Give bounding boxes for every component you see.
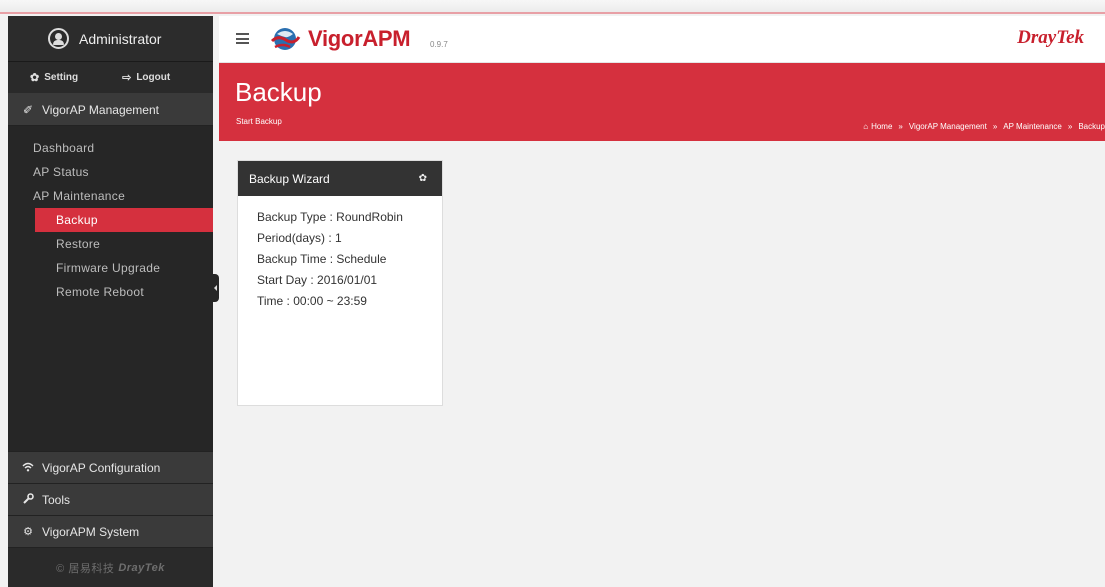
- section-label: VigorAP Configuration: [42, 460, 161, 475]
- copyright-text: © 居易科技: [56, 562, 115, 575]
- main-content: Backup Wizard ✿ Backup Type : RoundRobin…: [219, 141, 1105, 561]
- gear-icon: ✿: [30, 72, 40, 84]
- sidebar-item-firmware-upgrade[interactable]: Firmware Upgrade: [8, 256, 213, 280]
- page-banner: Backup Start Backup ⌂ Home » VigorAP Man…: [219, 63, 1105, 141]
- breadcrumb-vigorap-management[interactable]: VigorAP Management: [909, 122, 987, 131]
- backup-start-day: Start Day : 2016/01/01: [257, 273, 378, 287]
- app-name: VigorAPM: [308, 26, 411, 51]
- card-title: Backup Wizard: [249, 171, 330, 186]
- breadcrumb-separator-icon: »: [898, 122, 903, 131]
- browser-top-strip: [0, 0, 1105, 14]
- gears-icon: ⚙: [23, 526, 33, 538]
- wifi-icon: [20, 461, 36, 475]
- sidebar-item-ap-maintenance[interactable]: AP Maintenance: [8, 184, 213, 208]
- page-subtitle: Start Backup: [236, 117, 282, 126]
- card-body: Backup Type : RoundRobin Period(days) : …: [238, 196, 442, 312]
- sidebar-section-tools[interactable]: Tools: [8, 483, 213, 515]
- app-version: 0.9.7: [430, 40, 448, 49]
- logout-icon: ⇨: [122, 72, 132, 84]
- sidebar-item-ap-status[interactable]: AP Status: [8, 160, 213, 184]
- account-actions: ✿ Setting ⇨ Logout: [8, 62, 213, 94]
- sidebar: Administrator ✿ Setting ⇨ Logout ✐ Vigor…: [8, 16, 213, 587]
- backup-time: Backup Time : Schedule: [257, 252, 387, 266]
- sidebar-item-restore[interactable]: Restore: [8, 232, 213, 256]
- brand-tek: Tek: [1056, 27, 1084, 48]
- backup-period: Period(days) : 1: [257, 231, 342, 245]
- card-header: Backup Wizard ✿: [238, 161, 442, 196]
- copyright: © 居易科技 DrayTek: [8, 547, 213, 587]
- logout-link[interactable]: ⇨ Logout: [122, 71, 170, 84]
- magic-wand-icon: ✐: [22, 102, 34, 117]
- breadcrumb: ⌂ Home » VigorAP Management » AP Mainten…: [863, 122, 1105, 131]
- user-avatar-icon: [48, 28, 69, 49]
- top-header: VigorAPM 0.9.7 DrayTek: [219, 16, 1105, 63]
- user-name: Administrator: [79, 30, 162, 47]
- breadcrumb-backup: Backup: [1078, 122, 1105, 131]
- sidebar-item-backup[interactable]: Backup: [35, 208, 213, 232]
- setting-link[interactable]: ✿ Setting: [30, 71, 78, 84]
- copyright-brand: DrayTek: [118, 561, 165, 574]
- page-title: Backup: [235, 77, 322, 107]
- sidebar-section-vigorap-management[interactable]: ✐ VigorAP Management: [8, 94, 213, 126]
- hamburger-menu-icon[interactable]: [236, 33, 249, 44]
- sidebar-section-vigorap-configuration[interactable]: VigorAP Configuration: [8, 451, 213, 483]
- home-icon: ⌂: [863, 122, 869, 131]
- user-panel[interactable]: Administrator: [8, 16, 213, 62]
- management-menu: Dashboard AP Status AP Maintenance Backu…: [8, 126, 213, 451]
- sidebar-item-remote-reboot[interactable]: Remote Reboot: [8, 280, 213, 304]
- section-label: VigorAPM System: [42, 524, 140, 539]
- backup-type: Backup Type : RoundRobin: [257, 210, 403, 224]
- backup-time-range: Time : 00:00 ~ 23:59: [257, 294, 367, 308]
- breadcrumb-separator-icon: »: [1067, 122, 1073, 131]
- section-label: Tools: [42, 492, 71, 507]
- sidebar-section-vigorapm-system[interactable]: ⚙ VigorAPM System: [8, 515, 213, 547]
- wrench-icon: [20, 492, 36, 507]
- sidebar-item-dashboard[interactable]: Dashboard: [8, 136, 213, 160]
- logout-label: Logout: [136, 72, 171, 83]
- breadcrumb-ap-maintenance[interactable]: AP Maintenance: [1003, 122, 1062, 131]
- backup-wizard-card: Backup Wizard ✿ Backup Type : RoundRobin…: [237, 160, 443, 406]
- vigorapm-logo-icon: [270, 28, 301, 50]
- brand-dray: Dray: [1017, 27, 1057, 48]
- draytek-logo: DrayTek: [1017, 27, 1084, 49]
- breadcrumb-home[interactable]: Home: [871, 122, 892, 131]
- gear-icon[interactable]: ✿: [419, 173, 427, 184]
- section-label: VigorAP Management: [42, 102, 159, 117]
- breadcrumb-separator-icon: »: [992, 122, 998, 131]
- setting-label: Setting: [44, 72, 79, 83]
